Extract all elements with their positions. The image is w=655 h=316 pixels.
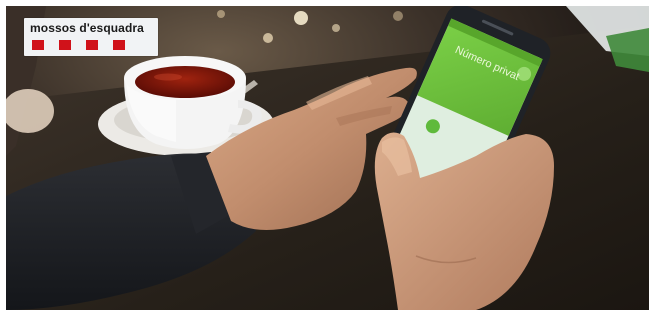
broadcaster-logo: mossos d'esquadra: [24, 18, 158, 56]
tea-reflection: [154, 73, 182, 81]
photo-frame: mossos d'esquadra Número privat: [6, 6, 649, 310]
light-bokeh: [294, 11, 308, 25]
light-bokeh: [217, 10, 225, 18]
logo-stripe-block: [86, 40, 98, 50]
logo-text: mossos d'esquadra: [30, 21, 144, 35]
logo-stripe-block: [32, 40, 44, 50]
light-bokeh: [393, 11, 403, 21]
light-bokeh: [332, 24, 340, 32]
logo-stripe-block: [59, 40, 71, 50]
light-bokeh: [263, 33, 273, 43]
tea: [135, 66, 235, 98]
logo-stripe: [32, 40, 152, 50]
logo-stripe-block: [113, 40, 125, 50]
